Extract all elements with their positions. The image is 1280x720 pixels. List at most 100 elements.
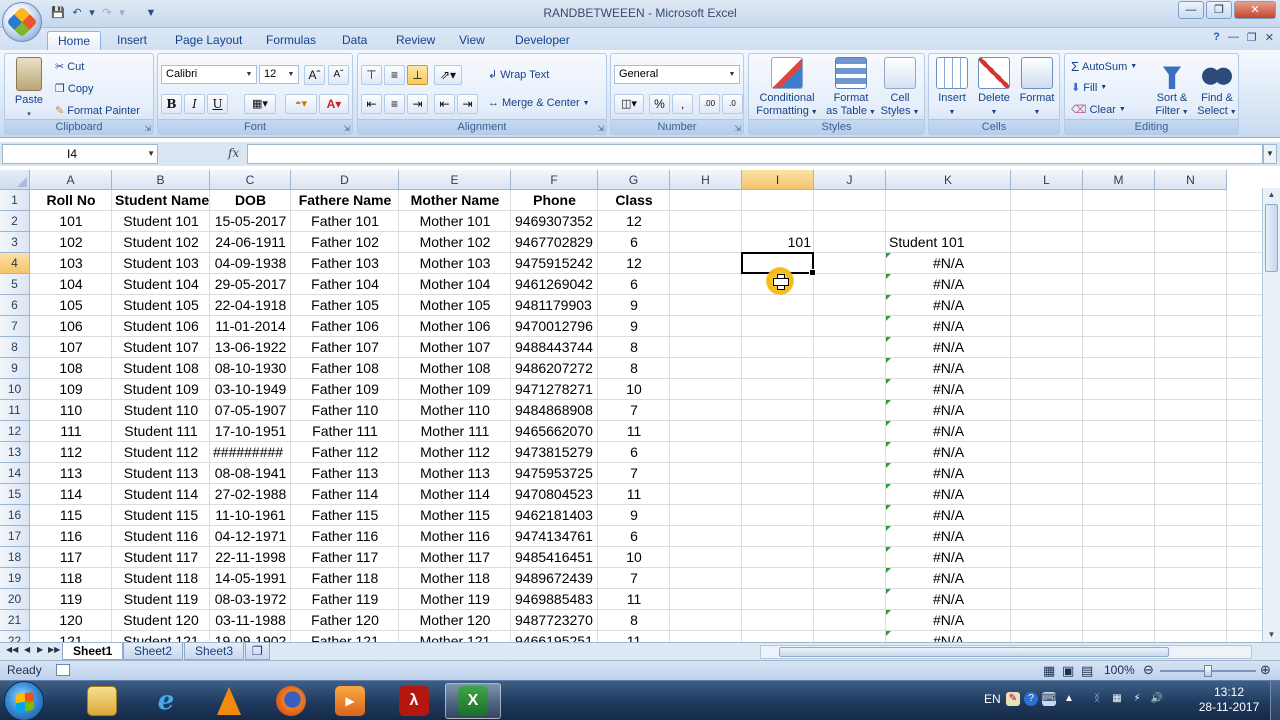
error-cell[interactable]: #N/A (886, 295, 1011, 316)
error-indicator-icon[interactable] (886, 505, 891, 510)
column-header-d[interactable]: D (291, 170, 399, 190)
table-cell[interactable]: Father 111 (291, 421, 399, 442)
table-cell[interactable]: Mother 105 (399, 295, 511, 316)
row-header-20[interactable]: 20 (0, 589, 30, 610)
table-cell[interactable]: 9474134761 (511, 526, 598, 547)
taskbar-acrobat[interactable]: λ (386, 683, 442, 719)
row-header-7[interactable]: 7 (0, 316, 30, 337)
table-cell[interactable]: Mother 103 (399, 253, 511, 274)
row-header-10[interactable]: 10 (0, 379, 30, 400)
error-cell[interactable]: #N/A (886, 400, 1011, 421)
table-cell[interactable]: 9469885483 (511, 589, 598, 610)
table-cell[interactable]: Father 110 (291, 400, 399, 421)
table-cell[interactable]: 9 (598, 505, 670, 526)
row-header-22[interactable]: 22 (0, 631, 30, 642)
macro-record-icon[interactable] (56, 664, 70, 676)
table-cell[interactable]: Mother 116 (399, 526, 511, 547)
table-cell[interactable]: 112 (30, 442, 112, 463)
table-cell[interactable]: Student 116 (112, 526, 210, 547)
sort-filter-button[interactable]: Sort & Filter ▼ (1151, 57, 1193, 119)
table-cell[interactable]: 9475953725 (511, 463, 598, 484)
lookup-result-cell[interactable]: Student 101 (886, 232, 1011, 253)
worksheet-grid[interactable]: ABCDEFGHIJKLMN 1 2 3 4 5 6 7 8 9 10 11 12 13 14 15 16 17… (0, 170, 1262, 642)
table-cell[interactable]: 22-04-1918 (210, 295, 291, 316)
table-cell[interactable]: Student 118 (112, 568, 210, 589)
dialog-launcher-icon[interactable]: ⇲ (597, 122, 604, 136)
table-cell[interactable]: Father 101 (291, 211, 399, 232)
error-indicator-icon[interactable] (886, 316, 891, 321)
table-cell[interactable]: 08-10-1930 (210, 358, 291, 379)
taskbar-excel[interactable]: X (445, 683, 501, 719)
row-header-8[interactable]: 8 (0, 337, 30, 358)
format-painter-button[interactable]: ✎ Format Painter (55, 104, 140, 118)
fill-button[interactable]: ⬇ Fill ▼ (1071, 81, 1107, 95)
table-cell[interactable]: Mother 111 (399, 421, 511, 442)
error-cell[interactable]: #N/A (886, 316, 1011, 337)
table-cell[interactable]: Student 103 (112, 253, 210, 274)
grow-font-button[interactable]: Aˆ (304, 65, 325, 85)
font-color-button[interactable]: A▾ (319, 94, 349, 114)
taskbar-clock[interactable]: 13:12 28-11-2017 (1188, 685, 1270, 715)
table-cell[interactable]: 104 (30, 274, 112, 295)
table-cell[interactable]: 10 (598, 547, 670, 568)
table-cell[interactable]: Mother 113 (399, 463, 511, 484)
table-cell[interactable]: 07-05-1907 (210, 400, 291, 421)
bold-button[interactable]: B (161, 94, 182, 114)
table-cell[interactable]: 7 (598, 463, 670, 484)
table-cell[interactable]: Father 119 (291, 589, 399, 610)
table-cell[interactable]: Student 106 (112, 316, 210, 337)
table-cell[interactable]: 9470804523 (511, 484, 598, 505)
scroll-down-icon[interactable]: ▼ (1263, 628, 1280, 642)
error-cell[interactable]: #N/A (886, 337, 1011, 358)
table-cell[interactable]: Father 102 (291, 232, 399, 253)
table-cell[interactable]: 9473815279 (511, 442, 598, 463)
table-cell[interactable]: 08-03-1972 (210, 589, 291, 610)
column-header-c[interactable]: C (210, 170, 291, 190)
comma-button[interactable]: , (672, 94, 693, 114)
table-cell[interactable]: Mother 106 (399, 316, 511, 337)
table-cell[interactable]: Student 110 (112, 400, 210, 421)
table-cell[interactable]: 12 (598, 253, 670, 274)
table-cell[interactable]: 9469307352 (511, 211, 598, 232)
table-cell[interactable]: 8 (598, 610, 670, 631)
table-cell[interactable]: Student 120 (112, 610, 210, 631)
normal-view-icon[interactable]: ▦ (1043, 663, 1055, 679)
help-icon[interactable]: ? (1213, 31, 1220, 44)
zoom-in-icon[interactable]: ⊕ (1260, 662, 1271, 678)
row-header-6[interactable]: 6 (0, 295, 30, 316)
table-cell[interactable]: Mother 104 (399, 274, 511, 295)
table-cell[interactable]: 6 (598, 442, 670, 463)
error-cell[interactable]: #N/A (886, 631, 1011, 642)
column-header-f[interactable]: F (511, 170, 598, 190)
power-icon[interactable]: ⚡ (1130, 692, 1144, 706)
dialog-launcher-icon[interactable]: ⇲ (734, 122, 741, 136)
table-cell[interactable]: Student 114 (112, 484, 210, 505)
table-cell[interactable]: Mother 115 (399, 505, 511, 526)
sheet-tab-sheet3[interactable]: Sheet3 (184, 643, 245, 660)
table-cell[interactable]: Father 113 (291, 463, 399, 484)
align-right-icon[interactable]: ⇥ (407, 94, 428, 114)
error-indicator-icon[interactable] (886, 358, 891, 363)
error-indicator-icon[interactable] (886, 484, 891, 489)
table-cell[interactable]: 9467702829 (511, 232, 598, 253)
row-header-11[interactable]: 11 (0, 400, 30, 421)
table-cell[interactable]: 115 (30, 505, 112, 526)
table-cell[interactable]: Father 108 (291, 358, 399, 379)
scroll-up-icon[interactable]: ▲ (1263, 188, 1280, 202)
table-cell[interactable]: 114 (30, 484, 112, 505)
table-cell[interactable]: Student 112 (112, 442, 210, 463)
ribbon-restore-icon[interactable]: ❐ (1247, 31, 1257, 44)
error-cell[interactable]: #N/A (886, 568, 1011, 589)
tab-formulas[interactable]: Formulas (256, 31, 326, 50)
table-cell[interactable]: Father 106 (291, 316, 399, 337)
number-format-select[interactable]: General ▼ (614, 65, 740, 84)
fill-color-button[interactable]: ◓▾ (285, 94, 317, 114)
table-cell[interactable]: 19-09-1902 (210, 631, 291, 642)
table-cell[interactable]: 03-11-1988 (210, 610, 291, 631)
table-cell[interactable]: 15-05-2017 (210, 211, 291, 232)
italic-button[interactable]: I (184, 94, 205, 114)
table-cell[interactable]: Father 115 (291, 505, 399, 526)
table-cell[interactable]: Father 103 (291, 253, 399, 274)
table-cell[interactable]: 9 (598, 316, 670, 337)
table-cell[interactable]: 102 (30, 232, 112, 253)
